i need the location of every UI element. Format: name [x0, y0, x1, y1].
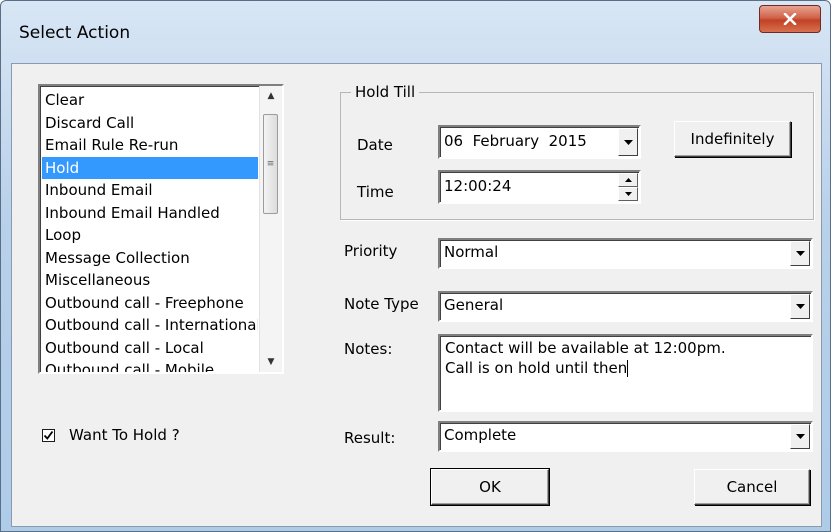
action-list: Clear Discard Call Email Rule Re-run Hold In…	[42, 89, 258, 372]
priority-select[interactable]: Normal	[438, 238, 813, 269]
time-increment-button[interactable]	[618, 173, 638, 187]
grip-icon: ≡	[266, 159, 275, 169]
scroll-up-arrow[interactable]: ▲	[260, 86, 282, 106]
time-spinner[interactable]	[618, 173, 638, 201]
chevron-down-icon	[623, 139, 633, 145]
want-to-hold-checkbox[interactable]	[42, 428, 55, 442]
want-to-hold-row[interactable]: Want To Hold ?	[42, 426, 180, 444]
action-list-item[interactable]: Email Rule Re-run	[42, 134, 258, 157]
hold-till-legend: Hold Till	[351, 83, 420, 101]
action-list-item[interactable]: Miscellaneous	[42, 269, 258, 292]
title-bar[interactable]: Select Action	[1, 1, 830, 59]
time-value: 12:00:24	[444, 177, 512, 195]
time-decrement-button[interactable]	[618, 187, 638, 201]
spin-up-icon	[624, 178, 632, 182]
action-list-scrollbar[interactable]: ▲ ≡ ▼	[259, 86, 282, 372]
ok-button[interactable]: OK	[430, 468, 550, 506]
scroll-down-icon: ▼	[267, 357, 275, 367]
notes-textarea[interactable]: Contact will be available at 12:00pm. Ca…	[438, 334, 813, 412]
note-type-label: Note Type	[344, 295, 419, 313]
text-caret	[627, 360, 629, 377]
action-list-item[interactable]: Outbound call - International	[42, 314, 258, 337]
window-title: Select Action	[19, 23, 131, 43]
action-list-item[interactable]: Discard Call	[42, 112, 258, 135]
notes-line-2: Call is on hold until then	[445, 358, 811, 378]
action-list-item[interactable]: Outbound call - Freephone	[42, 292, 258, 315]
chevron-down-icon	[795, 251, 805, 256]
indefinitely-button[interactable]: Indefinitely	[674, 121, 791, 157]
notes-line-1: Contact will be available at 12:00pm.	[445, 339, 726, 357]
scroll-down-arrow[interactable]: ▼	[260, 352, 282, 372]
scroll-up-icon: ▲	[267, 91, 275, 101]
action-list-item[interactable]: Clear	[42, 89, 258, 112]
note-type-dropdown-button[interactable]	[790, 294, 810, 319]
notes-line-2-text: Call is on hold until then	[445, 359, 628, 377]
date-value: 06 February 2015	[444, 132, 587, 150]
note-type-select[interactable]: General	[438, 291, 813, 322]
time-label: Time	[357, 183, 394, 201]
action-list-item[interactable]: Inbound Email Handled	[42, 202, 258, 225]
date-dropdown-button[interactable]	[618, 128, 638, 156]
close-icon	[783, 13, 797, 25]
action-list-item[interactable]: Outbound call - Local	[42, 337, 258, 360]
chevron-down-icon	[795, 434, 805, 439]
result-select[interactable]: Complete	[438, 421, 813, 452]
priority-label: Priority	[344, 242, 398, 260]
note-type-value: General	[444, 296, 504, 314]
result-value: Complete	[444, 426, 517, 444]
scroll-thumb[interactable]: ≡	[263, 114, 278, 214]
action-list-item[interactable]: Message Collection	[42, 247, 258, 270]
hold-till-group: Hold Till Date 06 February 2015 Indefini…	[340, 83, 814, 220]
checkmark-icon	[43, 430, 54, 440]
action-list-item[interactable]: Inbound Email	[42, 179, 258, 202]
cancel-button[interactable]: Cancel	[694, 469, 810, 505]
date-label: Date	[357, 136, 393, 154]
action-list-item[interactable]: Loop	[42, 224, 258, 247]
notes-label: Notes:	[344, 340, 393, 358]
action-listbox[interactable]: Clear Discard Call Email Rule Re-run Hold In…	[38, 84, 284, 374]
time-field[interactable]: 12:00:24	[438, 170, 641, 204]
date-picker[interactable]: 06 February 2015	[438, 125, 641, 159]
priority-value: Normal	[444, 243, 499, 261]
dialog-body: Clear Discard Call Email Rule Re-run Hold In…	[11, 63, 822, 527]
select-action-dialog: Select Action Clear Discard Call Email Rul…	[0, 0, 831, 532]
chevron-down-icon	[795, 304, 805, 309]
result-label: Result:	[344, 429, 396, 447]
close-button[interactable]	[759, 5, 821, 33]
priority-dropdown-button[interactable]	[790, 241, 810, 266]
spin-down-icon	[624, 192, 632, 196]
want-to-hold-label: Want To Hold ?	[69, 426, 180, 444]
result-dropdown-button[interactable]	[790, 424, 810, 449]
action-list-item[interactable]: Hold	[42, 156, 258, 179]
action-list-item[interactable]: Outbound call - Mobile	[42, 359, 258, 372]
